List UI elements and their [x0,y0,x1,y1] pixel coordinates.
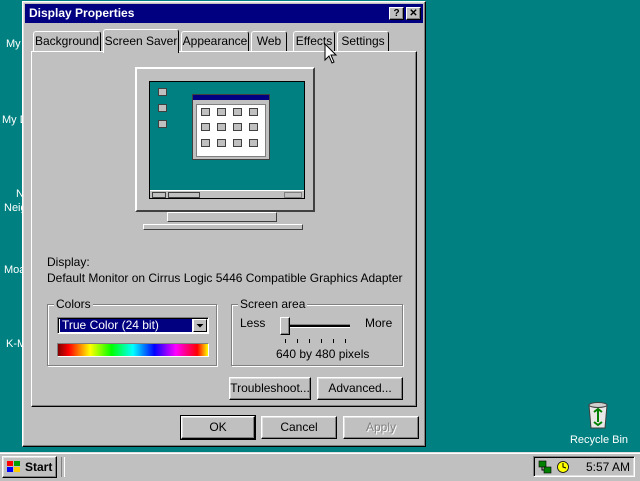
apply-button: Apply [343,416,419,439]
advanced-button[interactable]: Advanced... [317,377,403,400]
display-properties-window: Display Properties ? ✕ Background Screen… [22,1,426,447]
less-label: Less [240,316,266,330]
monitor-screen [149,81,305,199]
close-button[interactable]: ✕ [406,7,421,20]
recycle-bin-label: Recycle Bin [569,434,629,446]
mini-file-icon [233,139,242,147]
troubleshoot-button[interactable]: Troubleshoot... [229,377,311,400]
colors-dropdown-value: True Color (24 bit) [60,319,192,332]
slider-tick [321,339,322,343]
mini-file-icon [217,139,226,147]
mini-file-icon [201,139,210,147]
monitor-preview [135,67,315,212]
windows-logo-icon [7,461,21,473]
mini-file-icon [233,123,242,131]
slider-tick [333,339,334,343]
taskbar: Start 5:57 AM [0,452,640,481]
tab-screen-saver[interactable]: Screen Saver [103,29,179,53]
mini-desktop-icon [158,120,167,128]
mini-file-icon [201,108,210,116]
mini-file-icon [233,108,242,116]
mini-file-icon [249,123,258,131]
slider-tick [285,339,286,343]
system-tray: 5:57 AM [533,456,635,477]
quick-launch-divider [61,457,65,477]
mini-start-button [152,192,166,198]
mini-desktop-icon [158,88,167,96]
resolution-text: 640 by 480 pixels [276,347,370,361]
help-button[interactable]: ? [389,7,404,20]
ok-button[interactable]: OK [180,415,256,440]
clock[interactable]: 5:57 AM [586,460,630,474]
tab-web[interactable]: Web [251,31,287,51]
slider-tick [297,339,298,343]
display-label: Display: [47,255,90,269]
tab-background[interactable]: Background [33,31,101,51]
colors-dropdown[interactable]: True Color (24 bit) [57,317,209,334]
colors-group-title: Colors [54,297,93,311]
mini-file-icon [201,123,210,131]
mini-window [192,94,270,160]
desktop-icon-label-my-computer[interactable]: My [6,38,21,50]
slider-tick [345,339,346,343]
mini-tray [284,192,302,198]
color-spectrum-bar [57,343,209,357]
monitor-stand [167,212,277,222]
mini-file-icon [249,139,258,147]
mini-taskbar [150,190,304,198]
chevron-down-icon[interactable] [193,319,207,332]
screen-area-slider[interactable] [280,315,352,345]
mini-file-icon [217,123,226,131]
mini-desktop-icon [158,104,167,112]
mini-file-icon [217,108,226,116]
tab-panel: Display: Default Monitor on Cirrus Logic… [31,51,417,407]
tab-settings[interactable]: Settings [337,31,389,51]
mini-task-button [168,192,200,198]
more-label: More [365,316,393,330]
colors-group: Colors True Color (24 bit) [47,297,217,366]
monitor-base [143,224,303,230]
screen-area-group: Screen area Less More 640 by 480 pixels [231,297,403,366]
mini-file-icon [249,108,258,116]
slider-tick [309,339,310,343]
window-title: Display Properties [29,6,135,20]
slider-track [282,324,350,328]
start-label: Start [25,460,53,474]
recycle-bin-icon [584,400,612,430]
title-bar[interactable]: Display Properties ? ✕ [25,4,423,23]
display-adapter-value: Default Monitor on Cirrus Logic 5446 Com… [47,271,403,285]
recycle-bin[interactable]: Recycle Bin [566,398,632,448]
slider-thumb[interactable] [280,317,290,335]
mini-window-titlebar [193,95,269,100]
tab-appearance[interactable]: Appearance [181,31,249,51]
screen-area-group-title: Screen area [238,297,308,311]
scheduler-tray-icon[interactable] [556,460,570,474]
network-tray-icon[interactable] [538,460,552,474]
start-button[interactable]: Start [2,456,57,478]
mini-window-content [196,104,266,157]
mouse-cursor-icon [324,42,338,65]
cancel-button[interactable]: Cancel [261,416,337,439]
